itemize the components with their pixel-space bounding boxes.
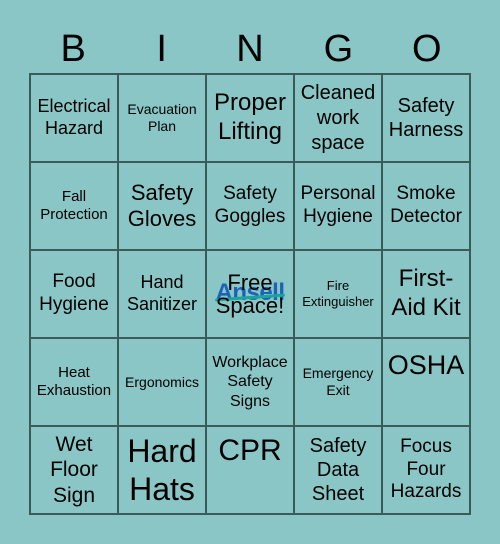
bingo-cell[interactable]: Food Hygiene (30, 250, 118, 338)
bingo-cell[interactable]: Smoke Detector (382, 162, 470, 250)
bingo-card: Electrical Hazard Evacuation Plan Proper… (29, 73, 471, 515)
bingo-cell[interactable]: Ergonomics (118, 338, 206, 426)
bingo-cell[interactable]: Proper Lifting (206, 74, 294, 162)
header-letter-i: I (156, 28, 167, 70)
header-letter-o: O (412, 28, 442, 70)
bingo-cell[interactable]: OSHA (382, 338, 470, 426)
bingo-cell[interactable]: Safety Harness (382, 74, 470, 162)
bingo-cell[interactable]: Hand Sanitizer (118, 250, 206, 338)
header-letter-b: B (60, 28, 86, 70)
bingo-cell[interactable]: Personal Hygiene (294, 162, 382, 250)
bingo-cell[interactable]: Hard Hats (118, 426, 206, 514)
bingo-cell[interactable]: Emergency Exit (294, 338, 382, 426)
free-space-cell[interactable]: Ansell Free Space! (206, 250, 294, 338)
header-letter-n: N (236, 28, 264, 70)
bingo-cell[interactable]: Electrical Hazard (30, 74, 118, 162)
bingo-cell[interactable]: Safety Goggles (206, 162, 294, 250)
bingo-cell[interactable]: CPR (206, 426, 294, 514)
bingo-cell[interactable]: Safety Data Sheet (294, 426, 382, 514)
free-space-label: Free Space! (215, 269, 285, 318)
bingo-cell[interactable]: First-Aid Kit (382, 250, 470, 338)
bingo-cell[interactable]: Evacuation Plan (118, 74, 206, 162)
bingo-cell[interactable]: Cleaned work space (294, 74, 382, 162)
bingo-cell[interactable]: Workplace Safety Signs (206, 338, 294, 426)
bingo-cell[interactable]: Fire Extinguisher (294, 250, 382, 338)
bingo-cell[interactable]: Wet Floor Sign (30, 426, 118, 514)
bingo-header: B I N G O (29, 26, 471, 72)
bingo-cell[interactable]: Focus Four Hazards (382, 426, 470, 514)
bingo-cell[interactable]: Safety Gloves (118, 162, 206, 250)
bingo-cell[interactable]: Fall Protection (30, 162, 118, 250)
header-letter-g: G (323, 28, 354, 70)
bingo-cell[interactable]: Heat Exhaustion (30, 338, 118, 426)
